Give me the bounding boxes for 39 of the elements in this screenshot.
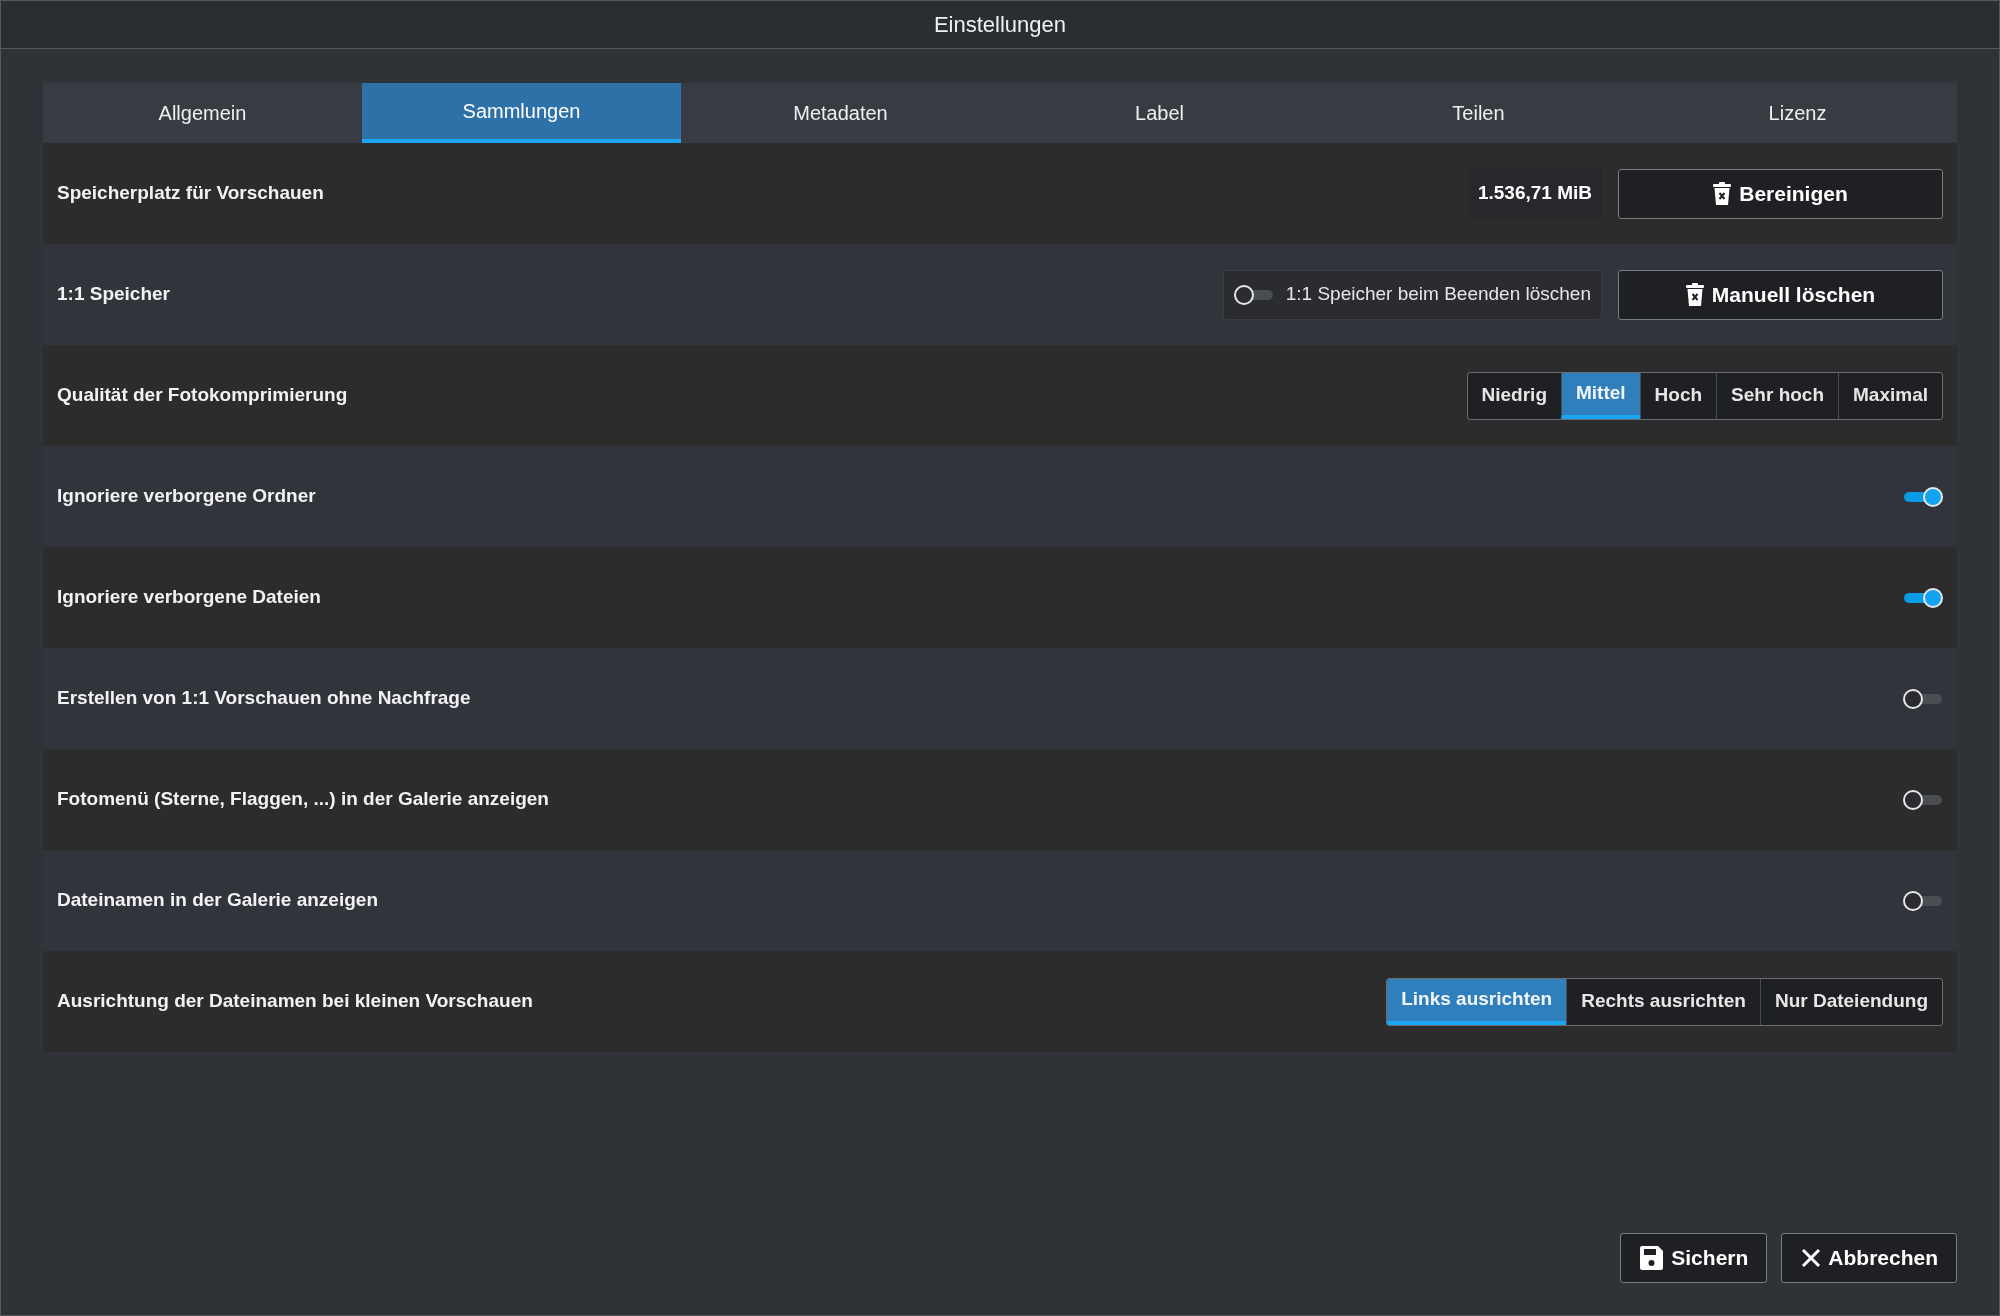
trash-icon: [1713, 181, 1732, 206]
toggle-switch[interactable]: [1903, 586, 1943, 609]
option-button[interactable]: Mittel: [1561, 372, 1640, 419]
delete-button[interactable]: Manuell löschen: [1618, 269, 1943, 320]
close-icon: [1800, 1247, 1823, 1269]
option-button[interactable]: Rechts ausrichten: [1566, 978, 1760, 1025]
toggle-switch[interactable]: [1903, 485, 1943, 508]
option-button[interactable]: Sehr hoch: [1716, 372, 1838, 419]
option-button[interactable]: Nur Dateiendung: [1759, 978, 1942, 1025]
tab[interactable]: Teilen: [1319, 83, 1638, 143]
setting-label: Fotomenü (Sterne, Flaggen, ...) in der Galerie anzeigen: [57, 787, 550, 812]
setting-label: Dateinamen in der Galerie anzeigen: [57, 888, 379, 913]
tab[interactable]: Metadaten: [681, 83, 1000, 143]
save-button[interactable]: Sichern: [1620, 1233, 1768, 1283]
toggle-switch[interactable]: [1903, 788, 1943, 811]
setting-label: Ignoriere verborgene Ordner: [57, 484, 317, 509]
toggle-label: 1:1 Speicher beim Beenden löschen: [1285, 282, 1591, 307]
storage-value: 1.536,71 MiB: [1467, 168, 1602, 219]
tab[interactable]: Sammlungen: [362, 83, 681, 143]
trash-icon: [1685, 282, 1704, 307]
option-button[interactable]: Maximal: [1838, 372, 1942, 419]
clean-button[interactable]: Bereinigen: [1618, 168, 1943, 219]
toggle-switch[interactable]: [1903, 687, 1943, 710]
window-title: Einstellungen: [933, 11, 1067, 39]
cancel-button[interactable]: Abbrechen: [1781, 1233, 1957, 1283]
setting-label: 1:1 Speicher: [57, 282, 171, 307]
tab[interactable]: Lizenz: [1638, 83, 1957, 143]
tab[interactable]: Label: [1000, 83, 1319, 143]
option-button[interactable]: Links ausrichten: [1387, 978, 1567, 1025]
setting-label: Qualität der Fotokomprimierung: [57, 383, 349, 408]
tab[interactable]: Allgemein: [43, 83, 362, 143]
setting-label: Ausrichtung der Dateinamen bei kleinen Vorschauen: [57, 989, 534, 1014]
option-button[interactable]: Hoch: [1639, 372, 1717, 419]
toggle-switch[interactable]: [1233, 283, 1274, 306]
option-button[interactable]: Niedrig: [1467, 372, 1561, 419]
setting-label: Speicherplatz für Vorschauen: [57, 181, 325, 206]
toggle-switch[interactable]: [1903, 889, 1943, 912]
setting-label: Ignoriere verborgene Dateien: [57, 585, 322, 610]
setting-label: Erstellen von 1:1 Vorschauen ohne Nachfrage: [57, 686, 472, 711]
